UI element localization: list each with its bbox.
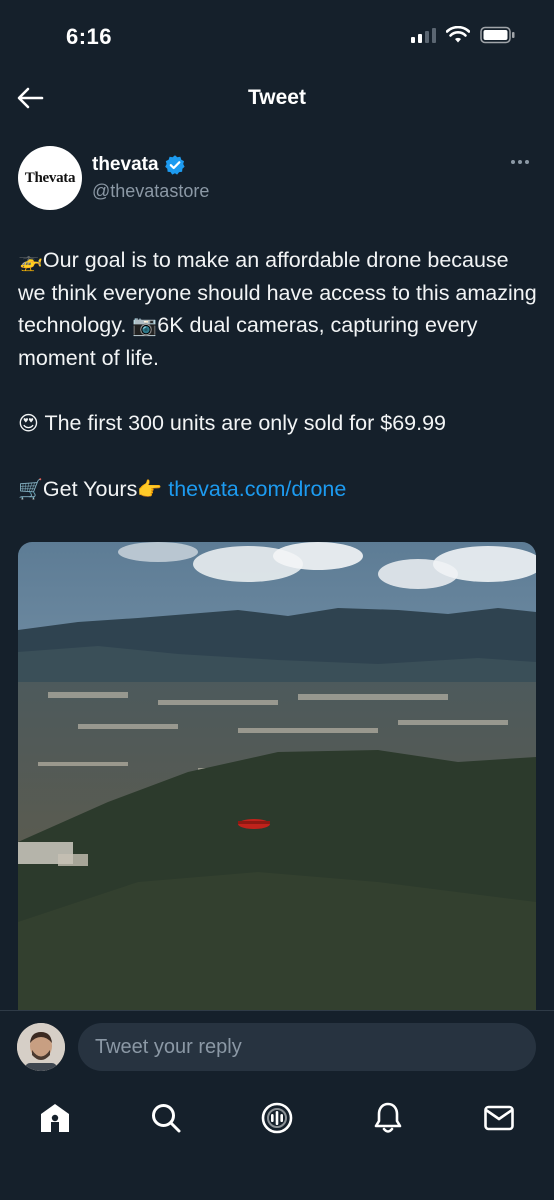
search-icon — [152, 1104, 181, 1133]
nav-search[interactable] — [146, 1098, 186, 1138]
author-name-line: thevata — [92, 154, 186, 176]
header: Tweet — [0, 70, 554, 126]
notifications-icon — [374, 1102, 402, 1133]
reply-bar — [0, 1010, 554, 1084]
tweet-video[interactable] — [18, 542, 536, 1012]
page-title: Tweet — [248, 86, 306, 109]
video-frame-landscape — [18, 542, 536, 1012]
cellular-signal-icon — [411, 27, 436, 43]
helicopter-emoji-icon: 🚁 — [18, 248, 43, 272]
battery-icon — [480, 26, 515, 44]
camera-emoji-icon: 📷 — [132, 313, 158, 337]
status-icons — [411, 26, 516, 44]
home-icon — [41, 1104, 69, 1132]
nav-notifications[interactable] — [368, 1098, 408, 1138]
author-avatar[interactable]: Thevata — [18, 146, 82, 210]
spaces-icon — [261, 1102, 293, 1134]
tweet-paragraph-2: 😍 The first 300 units are only sold for … — [18, 407, 542, 440]
avatar-logo-text: Thevata — [24, 169, 76, 186]
nav-messages[interactable] — [479, 1098, 519, 1138]
user-avatar[interactable] — [17, 1023, 65, 1071]
reply-input[interactable] — [78, 1023, 536, 1071]
messages-icon — [484, 1105, 514, 1131]
nav-home[interactable] — [35, 1098, 75, 1138]
pointing-right-emoji-icon: 👉 — [137, 476, 163, 501]
status-bar: 6:16 — [0, 0, 554, 70]
more-options-button[interactable] — [506, 152, 534, 172]
tweet-paragraph-3: 🛒Get Yours👉 thevata.com/drone — [18, 473, 542, 506]
bottom-nav — [0, 1084, 554, 1154]
tweet-body: 🚁Our goal is to make an affordable drone… — [18, 244, 542, 505]
tweet-text-line3: Get Yours — [42, 476, 138, 501]
heart-eyes-emoji-icon: 😍 — [18, 411, 39, 435]
verified-badge-icon — [164, 155, 185, 175]
tweet-text-line2: The first 300 units are only sold for $6… — [38, 411, 447, 435]
author-handle: @thevatastore — [92, 181, 210, 201]
tweet-paragraph-1: 🚁Our goal is to make an affordable drone… — [18, 244, 542, 374]
wifi-icon — [446, 26, 470, 43]
author-display-name[interactable]: thevata — [92, 154, 159, 176]
user-avatar-image — [17, 1023, 65, 1071]
shopping-cart-emoji-icon: 🛒 — [18, 476, 43, 501]
status-time: 6:16 — [66, 24, 113, 49]
nav-spaces[interactable] — [257, 1098, 297, 1138]
tweet-link[interactable]: thevata.com/drone — [168, 477, 346, 501]
tweet-author: Thevata thevata @thevatastore — [18, 146, 536, 212]
